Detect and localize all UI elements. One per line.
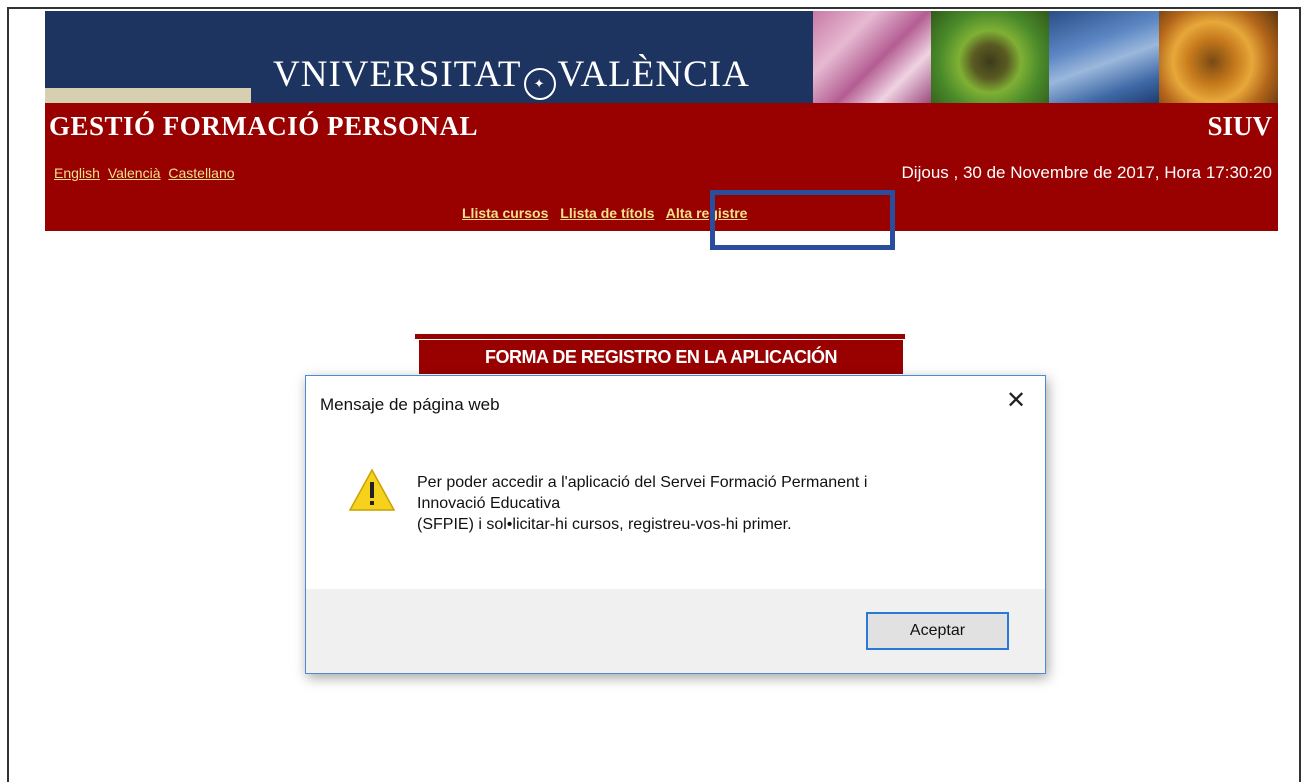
logo-emblem-icon: ✦ bbox=[523, 68, 556, 100]
logo-text-part1: VNIVERSITAT bbox=[273, 54, 522, 95]
banner-photo-frog bbox=[931, 11, 1049, 103]
dialog-message-line: Innovació Educativa bbox=[417, 495, 561, 512]
close-icon[interactable]: ✕ bbox=[1001, 386, 1031, 416]
logo-text-part2: VALÈNCIA bbox=[557, 54, 750, 95]
siuv-label: SIUV bbox=[1207, 111, 1272, 141]
dialog-message-line: Per poder accedir a l'aplicació del Serv… bbox=[417, 474, 868, 491]
form-title: FORMA DE REGISTRO EN LA APLICACIÓN bbox=[419, 340, 903, 374]
app-title: GESTIÓ FORMACIÓ PERSONAL bbox=[49, 111, 479, 141]
lang-link-castellano[interactable]: Castellano bbox=[168, 165, 234, 181]
message-dialog: Mensaje de página web ✕ Per poder accedi… bbox=[305, 375, 1046, 674]
banner-stripe bbox=[45, 88, 251, 103]
banner-photo-flower bbox=[813, 11, 931, 103]
university-logo: VNIVERSITAT ✦ VALÈNCIA bbox=[273, 53, 750, 100]
menu-llista-titols[interactable]: Llista de títols bbox=[560, 205, 654, 221]
warning-icon bbox=[348, 468, 396, 511]
highlight-box bbox=[710, 190, 895, 250]
dialog-title: Mensaje de página web bbox=[320, 395, 500, 414]
menu-llista-cursos[interactable]: Llista cursos bbox=[462, 205, 548, 221]
current-datetime: Dijous , 30 de Novembre de 2017, Hora 17… bbox=[901, 163, 1272, 182]
banner-photo-fruit bbox=[1159, 11, 1278, 103]
lang-link-english[interactable]: English bbox=[54, 165, 100, 181]
banner-photo-keyboard bbox=[1049, 11, 1159, 103]
dialog-message-line: (SFPIE) i sol•licitar-hi cursos, registr… bbox=[417, 516, 792, 533]
lang-link-valencia[interactable]: Valencià bbox=[108, 165, 161, 181]
university-banner: VNIVERSITAT ✦ VALÈNCIA bbox=[45, 11, 1278, 103]
form-title-rule bbox=[415, 334, 905, 339]
language-links: English Valencià Castellano bbox=[54, 165, 239, 181]
app-header-bar: GESTIÓ FORMACIÓ PERSONAL SIUV English Va… bbox=[45, 103, 1278, 231]
accept-button[interactable]: Aceptar bbox=[866, 612, 1009, 650]
dialog-message: Per poder accedir a l'aplicació del Serv… bbox=[417, 472, 1027, 535]
dialog-footer: Aceptar bbox=[306, 589, 1045, 673]
